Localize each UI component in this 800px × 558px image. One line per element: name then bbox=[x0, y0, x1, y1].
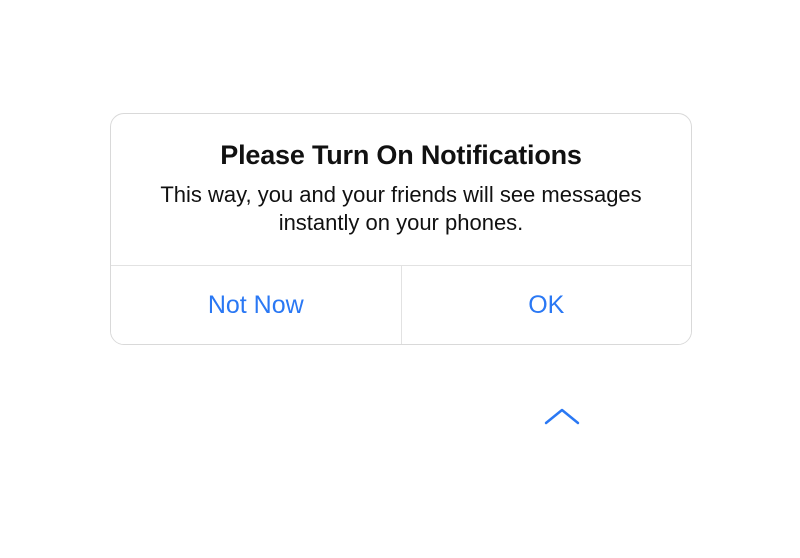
chevron-up-icon bbox=[543, 406, 581, 426]
dialog-title: Please Turn On Notifications bbox=[141, 140, 661, 171]
ok-button[interactable]: OK bbox=[401, 266, 692, 344]
notifications-dialog: Please Turn On Notifications This way, y… bbox=[110, 113, 692, 345]
dialog-body: Please Turn On Notifications This way, y… bbox=[111, 114, 691, 266]
dialog-actions: Not Now OK bbox=[111, 266, 691, 344]
dialog-message: This way, you and your friends will see … bbox=[141, 181, 661, 237]
not-now-button[interactable]: Not Now bbox=[111, 266, 401, 344]
